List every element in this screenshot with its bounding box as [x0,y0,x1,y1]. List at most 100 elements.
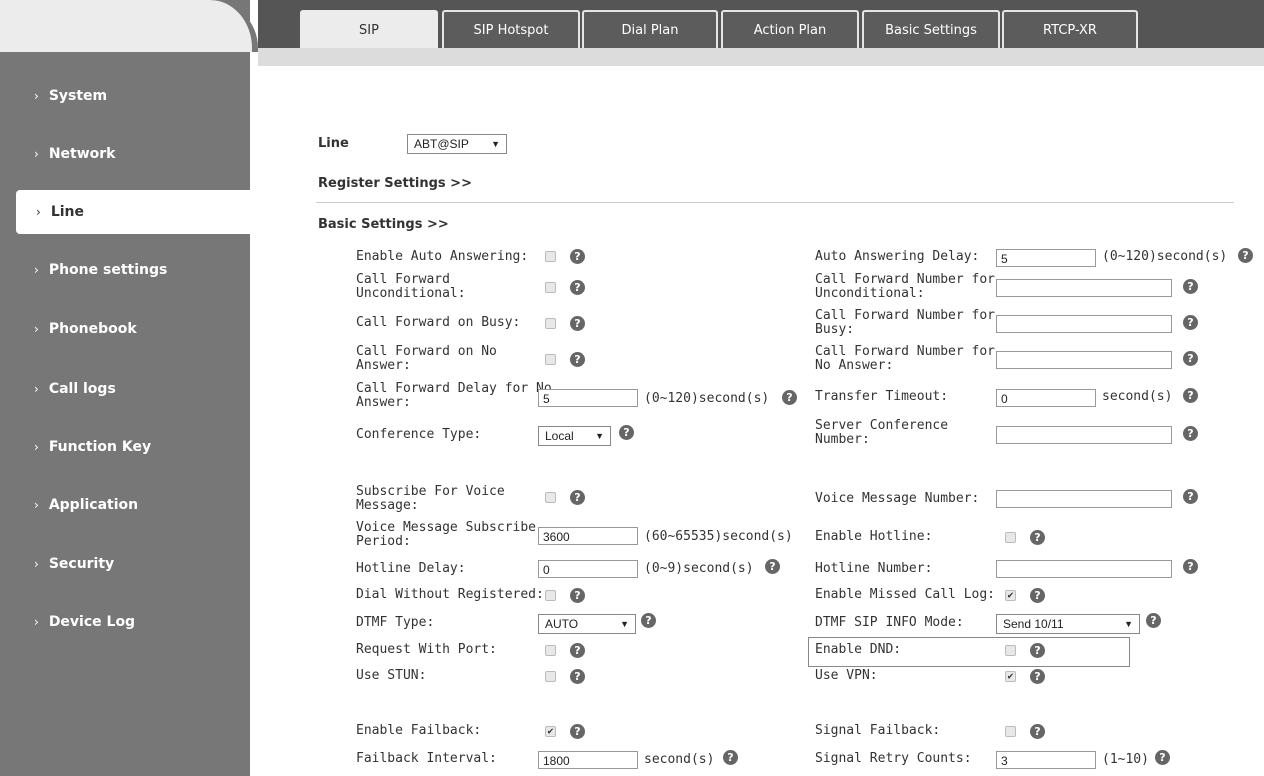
enable-missed-call-log-checkbox[interactable]: ✔ [1005,590,1016,601]
cf-delay-input[interactable]: 5 [538,389,638,407]
tab-basic-settings[interactable]: Basic Settings [862,10,1000,48]
help-icon[interactable]: ? [1030,588,1045,603]
help-icon[interactable]: ? [1183,559,1198,574]
help-icon[interactable]: ? [570,643,585,658]
nav-function-key[interactable]: › Function Key [0,425,250,469]
help-icon[interactable]: ? [641,613,656,628]
help-icon[interactable]: ? [1030,724,1045,739]
hotline-number-input[interactable] [996,560,1172,578]
nav-network[interactable]: › Network [0,132,250,176]
help-icon[interactable]: ? [723,750,738,765]
dtmf-sip-info-mode-select[interactable]: Send 10/11 ▼ [996,614,1140,634]
nav-line[interactable]: › Line [16,190,250,234]
failback-interval-label: Failback Interval: [356,751,497,766]
nav-system[interactable]: › System [0,74,250,118]
transfer-timeout-unit: second(s) [1102,389,1173,404]
tab-rtcp-xr[interactable]: RTCP-XR [1002,10,1138,48]
chevron-right-icon: › [34,322,39,336]
enable-auto-answering-checkbox[interactable] [545,251,556,262]
cf-unconditional-label: Call Forward Unconditional: [356,272,466,301]
dial-without-registered-checkbox[interactable] [545,590,556,601]
cf-busy-checkbox[interactable] [545,318,556,329]
help-icon[interactable]: ? [1183,388,1198,403]
signal-failback-checkbox[interactable] [1005,726,1016,737]
help-icon[interactable]: ? [1183,426,1198,441]
help-icon[interactable]: ? [619,425,634,440]
vm-period-input[interactable]: 3600 [538,527,638,545]
help-icon[interactable]: ? [570,280,585,295]
help-icon[interactable]: ? [570,490,585,505]
help-icon[interactable]: ? [1146,613,1161,628]
nav-phone-settings[interactable]: › Phone settings [0,248,250,292]
help-icon[interactable]: ? [570,316,585,331]
tab-sip[interactable]: SIP [300,10,438,48]
conference-type-select[interactable]: Local ▼ [538,426,611,446]
tab-action-plan[interactable]: Action Plan [721,10,859,48]
help-icon[interactable]: ? [1183,351,1198,366]
help-icon[interactable]: ? [1183,279,1198,294]
help-icon[interactable]: ? [1183,489,1198,504]
help-icon[interactable]: ? [1183,315,1198,330]
dropdown-arrow-icon: ▼ [595,431,604,441]
help-icon[interactable]: ? [570,588,585,603]
line-select[interactable]: ABT@SIP ▼ [407,134,507,154]
dropdown-arrow-icon: ▼ [491,139,500,149]
help-icon[interactable]: ? [1030,643,1045,658]
help-icon[interactable]: ? [1155,750,1170,765]
dropdown-arrow-icon: ▼ [1124,619,1133,629]
nav-device-log[interactable]: › Device Log [0,600,250,644]
hotline-number-label: Hotline Number: [815,561,933,576]
nav-security[interactable]: › Security [0,542,250,586]
request-with-port-checkbox[interactable] [545,645,556,656]
vm-number-input[interactable] [996,490,1172,508]
help-icon[interactable]: ? [570,669,585,684]
cfn-busy-input[interactable] [996,315,1172,333]
help-icon[interactable]: ? [1030,530,1045,545]
tab-dial-plan[interactable]: Dial Plan [582,10,718,48]
dropdown-arrow-icon: ▼ [620,619,629,629]
hotline-delay-input[interactable]: 0 [538,560,638,578]
use-stun-checkbox[interactable] [545,671,556,682]
subscribe-voice-label: Subscribe For Voice Message: [356,484,505,513]
help-icon[interactable]: ? [1030,669,1045,684]
cf-no-answer-checkbox[interactable] [545,354,556,365]
chevron-right-icon: › [34,263,39,277]
enable-failback-checkbox[interactable]: ✔ [545,726,556,737]
basic-settings-link[interactable]: Basic Settings >> [318,218,449,232]
help-icon[interactable]: ? [782,390,797,405]
use-vpn-checkbox[interactable]: ✔ [1005,671,1016,682]
enable-hotline-checkbox[interactable] [1005,532,1016,543]
help-icon[interactable]: ? [570,249,585,264]
cfn-no-answer-input[interactable] [996,351,1172,369]
signal-retry-counts-input[interactable]: 3 [996,751,1096,769]
help-icon[interactable]: ? [1238,248,1253,263]
enable-dnd-checkbox[interactable] [1005,645,1016,656]
failback-interval-input[interactable]: 1800 [538,751,638,769]
nav-phonebook[interactable]: › Phonebook [0,307,250,351]
dial-without-registered-label: Dial Without Registered: [356,587,544,602]
nav-application[interactable]: › Application [0,483,250,527]
help-icon[interactable]: ? [570,352,585,367]
transfer-timeout-input[interactable]: 0 [996,389,1096,407]
enable-auto-answering-label: Enable Auto Answering: [356,249,529,264]
tab-sip-hotspot[interactable]: SIP Hotspot [442,10,580,48]
subscribe-voice-checkbox[interactable] [545,492,556,503]
help-icon[interactable]: ? [765,559,780,574]
signal-retry-counts-label: Signal Retry Counts: [815,751,972,766]
failback-interval-unit: second(s) [644,752,715,767]
cfn-no-answer-label: Call Forward Number for No Answer: [815,344,996,373]
dtmf-sip-info-mode-label: DTMF SIP INFO Mode: [815,615,964,630]
server-conf-input[interactable] [996,426,1172,444]
dtmf-type-select[interactable]: AUTO ▼ [538,614,636,634]
enable-dnd-label: Enable DND: [815,642,902,657]
cf-unconditional-checkbox[interactable] [545,282,556,293]
auto-answer-delay-unit: (0~120)second(s) [1102,249,1228,264]
hotline-delay-unit: (0~9)second(s) [644,561,754,576]
cfn-unconditional-input[interactable] [996,279,1172,297]
nav-call-logs[interactable]: › Call logs [0,367,250,411]
register-settings-link[interactable]: Register Settings >> [318,177,472,191]
dtmf-type-label: DTMF Type: [356,615,435,630]
conference-type-label: Conference Type: [356,427,482,442]
help-icon[interactable]: ? [570,724,585,739]
auto-answer-delay-input[interactable]: 5 [996,249,1096,267]
